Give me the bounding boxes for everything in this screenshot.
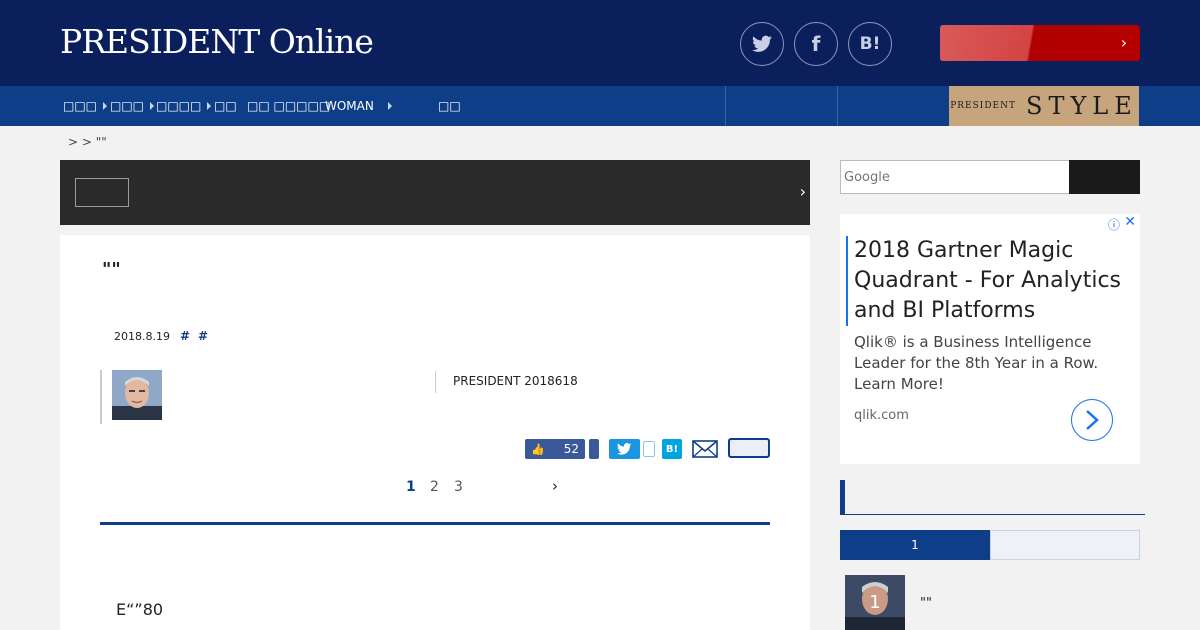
- facebook-share-button[interactable]: [589, 439, 599, 459]
- share-more-button[interactable]: [728, 438, 770, 458]
- hatena-icon: B!: [859, 34, 881, 54]
- ad-headline[interactable]: 2018 Gartner Magic Quadrant - For Analyt…: [854, 236, 1138, 326]
- mail-icon[interactable]: [692, 440, 718, 458]
- ranking-item-title[interactable]: "": [920, 596, 932, 611]
- article-source: PRESIDENT 2018618: [453, 374, 578, 388]
- hatena-share-circle[interactable]: B!: [848, 22, 892, 66]
- article-card: "" 2018.8.19 # # PRESIDENT 2018618 👍 52 …: [60, 235, 810, 630]
- nav-item-label: □□: [214, 99, 237, 113]
- article-tag[interactable]: #: [180, 329, 190, 343]
- nav-item-label: □□□: [63, 99, 98, 113]
- search-button[interactable]: [1069, 160, 1140, 194]
- chevron-right-icon: ›: [1120, 33, 1128, 52]
- category-box[interactable]: [75, 178, 129, 207]
- promo-banner[interactable]: ›: [940, 25, 1140, 61]
- nav-item-1[interactable]: □□□: [63, 86, 108, 126]
- nav-divider: [837, 86, 838, 126]
- next-page-icon[interactable]: ›: [552, 477, 558, 495]
- chevron-right-icon[interactable]: ›: [800, 182, 806, 201]
- nav-item-label: □□ □□□□□: [247, 99, 331, 113]
- facebook-icon: f: [811, 32, 821, 56]
- style-badge-small: PRESIDENT: [950, 101, 1017, 111]
- nav-item-4[interactable]: □□: [214, 86, 237, 126]
- google-search-input[interactable]: [840, 160, 1070, 194]
- triangle-right-icon: [207, 102, 212, 110]
- twitter-icon: [752, 35, 772, 52]
- page-link-3[interactable]: 3: [454, 479, 463, 495]
- ad-arrow-button[interactable]: [1071, 399, 1113, 441]
- nav-item-label: WOMAN: [325, 99, 374, 113]
- facebook-share-circle[interactable]: f: [794, 22, 838, 66]
- author-avatar[interactable]: [112, 370, 162, 420]
- thumbs-up-icon: 👍: [531, 442, 545, 456]
- category-bar: ›: [60, 160, 810, 225]
- nav-item-label: □□: [438, 99, 461, 113]
- page-link-2[interactable]: 2: [430, 479, 439, 495]
- article-tag[interactable]: #: [198, 329, 208, 343]
- nav-item-7[interactable]: □□: [438, 86, 461, 126]
- nav-item-3[interactable]: □□□□: [156, 86, 212, 126]
- ad-box[interactable]: ⓘ ✕ 2018 Gartner Magic Quadrant - For An…: [840, 214, 1140, 464]
- page-link-1[interactable]: 1: [406, 479, 416, 495]
- tweet-count-bubble: [643, 441, 655, 457]
- breadcrumb[interactable]: > > "": [68, 135, 107, 149]
- ad-description: Qlik® is a Business Intelligence Leader …: [854, 333, 1099, 393]
- triangle-right-icon: [387, 102, 392, 110]
- nav-item-label: □□□: [110, 99, 145, 113]
- author-divider: [100, 370, 102, 424]
- close-icon[interactable]: ✕: [1124, 214, 1136, 230]
- triangle-right-icon: [103, 102, 108, 110]
- facebook-like-button[interactable]: 👍 52: [525, 439, 585, 459]
- triangle-right-icon: [150, 102, 155, 110]
- ad-accent-bar: [846, 236, 848, 326]
- nav-item-5[interactable]: □□ □□□□□: [247, 86, 330, 126]
- article-title: "": [102, 259, 121, 280]
- ranking-tab-2[interactable]: [990, 530, 1140, 560]
- twitter-icon: [617, 442, 632, 455]
- heading-accent-bar: [840, 480, 845, 515]
- site-logo[interactable]: PRESIDENT Online: [60, 22, 374, 61]
- ranking-number: 1: [869, 592, 881, 613]
- top-header: PRESIDENT Online f B! ›: [0, 0, 1200, 86]
- hatena-icon: B!: [665, 443, 679, 455]
- chevron-right-icon: [1086, 410, 1099, 430]
- president-style-badge[interactable]: PRESIDENT STYLE: [949, 86, 1139, 126]
- style-badge-big: STYLE: [1026, 92, 1138, 120]
- article-body-text: E“”80: [116, 600, 164, 619]
- ad-domain: qlik.com: [854, 408, 909, 423]
- source-divider: [435, 371, 436, 393]
- ad-info-icon[interactable]: ⓘ: [1108, 216, 1120, 233]
- ranking-tab-1[interactable]: 1: [840, 530, 990, 560]
- section-divider: [100, 522, 770, 525]
- nav-divider: [725, 86, 726, 126]
- nav-item-woman[interactable]: WOMAN: [325, 86, 392, 126]
- hatena-bookmark-button[interactable]: B!: [662, 439, 682, 459]
- nav-item-2[interactable]: □□□: [110, 86, 155, 126]
- article-date: 2018.8.19: [114, 330, 170, 343]
- tweet-button[interactable]: [609, 439, 640, 459]
- ranking-heading: [840, 480, 1145, 515]
- like-count: 52: [563, 442, 579, 456]
- twitter-share-circle[interactable]: [740, 22, 784, 66]
- nav-item-label: □□□□: [156, 99, 202, 113]
